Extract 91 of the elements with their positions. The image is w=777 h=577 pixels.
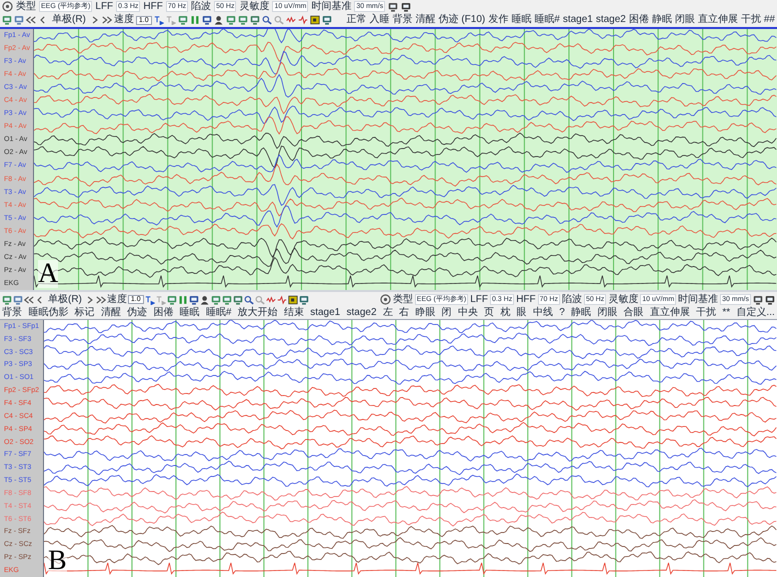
- setting-label: 时间基准: [678, 294, 718, 304]
- wave-icon[interactable]: [286, 15, 296, 25]
- screen-icon[interactable]: [222, 294, 232, 304]
- event-button[interactable]: 中央: [458, 308, 478, 318]
- event-button[interactable]: 睡眠伪影: [28, 308, 68, 318]
- event-button[interactable]: 睡眠: [180, 308, 200, 318]
- event-button[interactable]: 右: [399, 308, 410, 318]
- montage-dropdown[interactable]: 单极(R): [46, 294, 84, 304]
- setting-label: LFF: [470, 294, 488, 304]
- event-button[interactable]: 困倦: [153, 308, 174, 318]
- event-button[interactable]: 背景: [2, 308, 22, 318]
- setting-label: 类型: [392, 294, 413, 304]
- event-button[interactable]: 合眼: [624, 308, 644, 318]
- text-marker-icon[interactable]: [144, 294, 155, 304]
- setting-label: 陷波: [562, 294, 582, 304]
- wave-icon[interactable]: [266, 294, 276, 304]
- event-button[interactable]: 干扰: [696, 308, 716, 318]
- event-button[interactable]: 直立伸展: [698, 15, 738, 25]
- zoom-in-icon[interactable]: [244, 294, 254, 304]
- event-button[interactable]: ##: [764, 15, 775, 25]
- setting-label: 灵敏度: [239, 2, 270, 12]
- setting-label: HFF: [516, 294, 536, 304]
- montage-dropdown[interactable]: 单极(R): [50, 15, 88, 25]
- monitor-icon[interactable]: [322, 15, 332, 25]
- event-button[interactable]: 枕: [500, 308, 510, 318]
- event-button[interactable]: 入睡: [370, 15, 390, 25]
- rewind-icon[interactable]: [26, 15, 36, 25]
- event-button[interactable]: stage1: [310, 308, 340, 318]
- text-marker-icon[interactable]: [154, 15, 164, 25]
- event-button[interactable]: 静眠: [571, 308, 592, 318]
- badge-icon[interactable]: [288, 294, 298, 304]
- fast-forward-icon[interactable]: [96, 294, 106, 304]
- speed-label: 速度: [106, 294, 127, 304]
- event-button[interactable]: 清醒: [100, 308, 121, 318]
- setting-label: 类型: [16, 2, 36, 12]
- settings-icon[interactable]: [2, 1, 13, 12]
- event-button[interactable]: 静眠: [652, 15, 672, 25]
- person-icon[interactable]: [200, 294, 210, 304]
- person-icon[interactable]: [214, 15, 224, 25]
- event-button[interactable]: 睡眠: [511, 15, 532, 25]
- setting-label: 时间基准: [311, 2, 352, 12]
- monitor-icon[interactable]: [2, 15, 12, 25]
- event-button[interactable]: stage2: [596, 15, 626, 25]
- event-button[interactable]: stage2: [346, 308, 377, 318]
- bars-icon[interactable]: [178, 294, 188, 304]
- text-marker-icon[interactable]: [166, 15, 176, 25]
- settings-icon[interactable]: [380, 294, 391, 305]
- pulse-icon[interactable]: [276, 294, 287, 304]
- event-button[interactable]: 伪迹: [127, 308, 148, 318]
- monitor-icon[interactable]: [298, 294, 309, 304]
- setting-label: HFF: [143, 2, 163, 12]
- event-button[interactable]: **: [722, 308, 730, 318]
- setting-label: 陷波: [191, 2, 212, 12]
- event-button[interactable]: 直立伸展: [650, 308, 690, 318]
- event-button[interactable]: 睡眠#: [534, 15, 560, 25]
- event-button[interactable]: ?: [559, 308, 565, 318]
- event-button[interactable]: 睡眠#: [206, 308, 232, 318]
- panel-letter: A: [38, 260, 58, 288]
- panel-letter: B: [48, 547, 67, 575]
- event-button[interactable]: stage1: [562, 15, 593, 25]
- event-button[interactable]: 放大开始: [238, 308, 278, 318]
- event-button[interactable]: 左: [382, 308, 393, 318]
- event-button[interactable]: 页: [484, 308, 494, 318]
- text-marker-icon[interactable]: [156, 294, 166, 304]
- event-button[interactable]: 背景: [392, 15, 413, 25]
- screen-icon[interactable]: [238, 15, 248, 25]
- event-button[interactable]: 闭眼: [674, 15, 695, 25]
- rewind-icon[interactable]: [24, 294, 34, 304]
- monitor-icon[interactable]: [2, 294, 12, 304]
- event-button[interactable]: 眼: [516, 308, 527, 318]
- event-button[interactable]: 闭: [442, 308, 452, 318]
- event-button[interactable]: 标记: [74, 308, 95, 318]
- setting-label: 灵敏度: [608, 294, 638, 304]
- event-button[interactable]: 清醒: [416, 15, 436, 25]
- setting-label: LFF: [95, 2, 114, 12]
- bars-icon[interactable]: [190, 15, 200, 25]
- event-button[interactable]: 闭眼: [597, 308, 618, 318]
- event-button[interactable]: 发作: [488, 15, 508, 25]
- event-button[interactable]: 结束: [284, 308, 304, 318]
- event-button[interactable]: 干扰: [740, 15, 761, 25]
- speed-label: 速度: [114, 15, 134, 25]
- fast-forward-icon[interactable]: [102, 15, 112, 25]
- event-button[interactable]: 伪迹 (F10): [438, 15, 486, 25]
- event-button[interactable]: 正常: [346, 15, 367, 25]
- event-button[interactable]: 自定义...: [736, 308, 775, 318]
- event-button[interactable]: 中线: [532, 308, 553, 318]
- event-button[interactable]: 睁眼: [415, 308, 436, 318]
- pulse-icon[interactable]: [298, 15, 308, 25]
- badge-icon[interactable]: [310, 15, 320, 25]
- zoom-in-icon[interactable]: [262, 15, 272, 25]
- event-button[interactable]: 困倦: [628, 15, 649, 25]
